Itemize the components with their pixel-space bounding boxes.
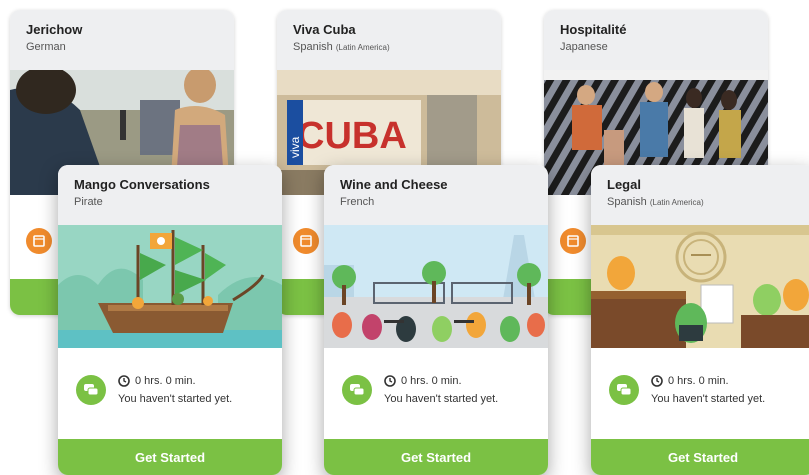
card-language: Spanish (Latin America) [293,41,390,53]
course-card-wine-and-cheese[interactable]: Wine and Cheese French 0 hrs. 0 min. You… [324,165,548,475]
card-header: Legal Spanish (Latin America) [591,165,809,225]
course-card-legal[interactable]: Legal Spanish (Latin America) 0 hrs. 0 m… [591,165,809,475]
progress-status: You haven't started yet. [651,393,766,405]
time-spent: 0 hrs. 0 min. [118,375,196,387]
card-title: Hospitalité [560,22,627,37]
progress-section: 0 hrs. 0 min. You haven't started yet. [591,348,809,439]
progress-status: You haven't started yet. [118,393,233,405]
card-header: Hospitalité Japanese [544,10,768,70]
film-icon [567,235,579,247]
film-icon [300,235,312,247]
card-title: Mango Conversations [74,177,210,192]
chat-badge [76,375,106,405]
chat-bubble-icon [84,384,99,396]
clock-icon [651,375,663,387]
chat-badge [342,375,372,405]
time-spent: 0 hrs. 0 min. [651,375,729,387]
svg-text:CUBA: CUBA [297,115,407,157]
card-title: Viva Cuba [293,22,356,37]
card-header: Wine and Cheese French [324,165,548,225]
time-spent: 0 hrs. 0 min. [384,375,462,387]
chat-bubble-icon [350,384,365,396]
card-header: Jerichow German [10,10,234,70]
clock-icon [384,375,396,387]
card-title: Jerichow [26,22,83,37]
card-language: French [340,196,375,208]
film-badge [293,228,319,254]
course-illustration-paris-cafe [324,225,548,348]
svg-text:viva: viva [288,136,302,158]
film-icon [33,235,45,247]
card-language: Spanish (Latin America) [607,196,704,208]
chat-badge [609,375,639,405]
card-language: Japanese [560,41,608,53]
film-badge [560,228,586,254]
chat-bubble-icon [617,384,632,396]
film-badge [26,228,52,254]
clock-icon [118,375,130,387]
course-illustration-pirate-ship [58,225,282,348]
card-language: German [26,41,66,53]
card-title: Wine and Cheese [340,177,448,192]
card-language: Pirate [74,196,103,208]
card-header: Mango Conversations Pirate [58,165,282,225]
progress-section: 0 hrs. 0 min. You haven't started yet. [324,348,548,439]
progress-section: 0 hrs. 0 min. You haven't started yet. [58,348,282,439]
card-title: Legal [607,177,641,192]
progress-status: You haven't started yet. [384,393,499,405]
course-illustration-courtroom [591,225,809,348]
card-header: Viva Cuba Spanish (Latin America) [277,10,501,70]
course-card-mango-conversations[interactable]: Mango Conversations Pirate 0 hrs. 0 min.… [58,165,282,475]
